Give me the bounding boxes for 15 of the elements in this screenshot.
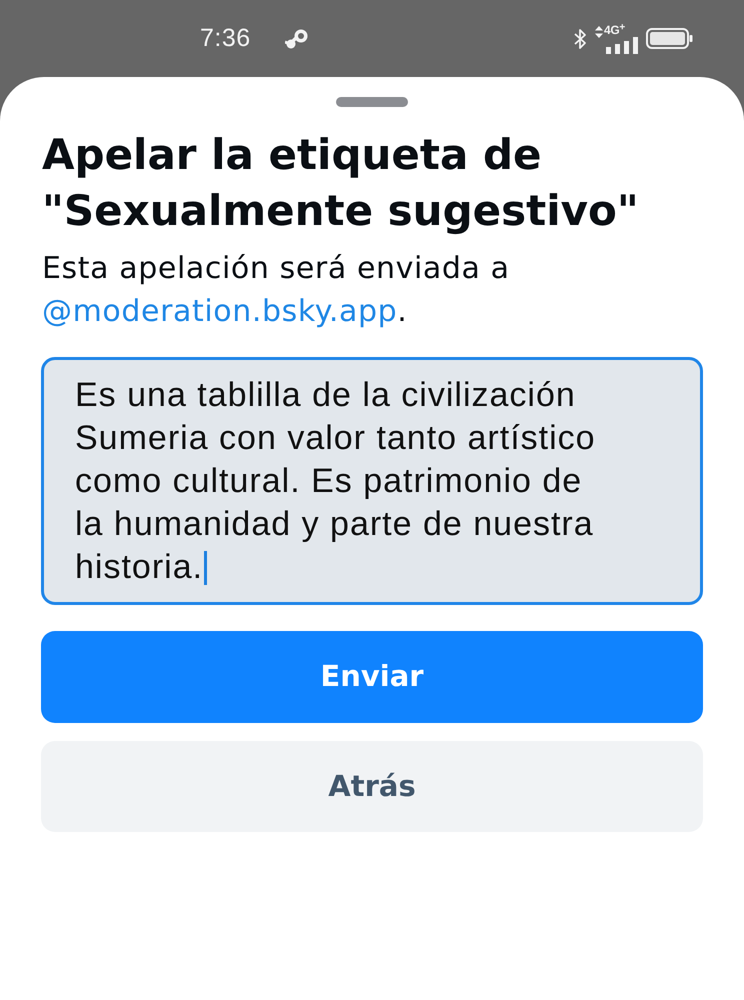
- text-cursor-icon: [204, 551, 208, 585]
- signal-bars-icon: [604, 36, 638, 54]
- appeal-text-field[interactable]: Es una tablilla de la civilización Sumeria con valor tanto artístico como cultural. Es patrimonio de la humanidad y parte de nuestra historia.: [41, 357, 703, 605]
- back-button[interactable]: Atrás: [41, 741, 703, 832]
- drag-handle[interactable]: [336, 97, 408, 107]
- status-time: 7:36: [200, 26, 251, 51]
- sheet-title: Apelar la etiqueta de "Sexualmente sugestivo": [42, 129, 640, 237]
- bluetooth-icon: [573, 28, 587, 50]
- battery-icon: [646, 28, 693, 49]
- network-type-label: 4G$^{+}$: [604, 24, 626, 36]
- steam-icon: [284, 28, 309, 50]
- submit-button[interactable]: Enviar: [41, 631, 703, 723]
- data-arrows-icon: [595, 26, 603, 38]
- moderation-link[interactable]: @moderation.bsky.app: [42, 294, 398, 329]
- appeal-description: Esta apelación será enviada a @moderation.bsky.app.: [42, 250, 511, 331]
